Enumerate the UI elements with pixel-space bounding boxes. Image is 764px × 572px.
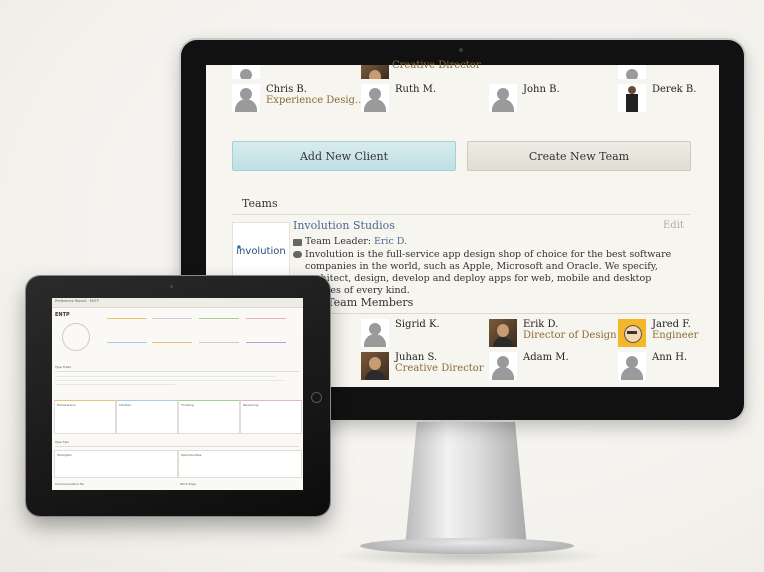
avatar xyxy=(361,65,389,79)
edit-link[interactable]: Edit xyxy=(663,220,684,231)
person-name: Sigrid K. xyxy=(395,319,440,330)
ipad-column-card: Thinking xyxy=(178,400,240,434)
ipad-divider xyxy=(55,446,299,447)
ipad-column-label: Perceiving xyxy=(243,403,259,407)
avatar xyxy=(361,319,389,347)
person-role: Creative Director xyxy=(395,363,484,374)
ipad-column-card: Perceiving xyxy=(240,400,302,434)
team-description: Involution is the full-service app desig… xyxy=(293,249,689,297)
person-name: Ruth M. xyxy=(395,84,437,95)
team-name-link[interactable]: Involution Studios xyxy=(293,219,395,232)
avatar xyxy=(361,84,389,112)
avatar xyxy=(618,352,646,380)
member-jared[interactable]: Jared F. Engineer xyxy=(618,319,698,347)
person-name: Jared F. xyxy=(652,319,691,330)
person-role: Experience Desig... xyxy=(266,95,365,106)
ipad-toolbar: Preference Report · ENTP xyxy=(52,298,303,308)
person-name: John B. xyxy=(523,84,560,95)
avatar xyxy=(489,352,517,380)
person-role: Engineer xyxy=(652,330,699,341)
avatar xyxy=(618,84,646,112)
ipad-title: Preference Report · ENTP xyxy=(55,299,99,303)
ipad-trait-bar xyxy=(152,318,192,319)
ipad-column-card: Intuition xyxy=(116,400,178,434)
avatar xyxy=(361,352,389,380)
team-logo[interactable]: involution xyxy=(232,222,290,280)
ipad-text-line xyxy=(55,380,285,381)
members-heading: s Team Members xyxy=(318,296,414,309)
member-ann[interactable]: Ann H. xyxy=(618,352,687,380)
ipad-section-label: Communication Tip xyxy=(55,482,85,486)
teams-heading: Teams xyxy=(242,197,278,210)
person-role: Director of Design ... xyxy=(523,330,630,341)
ipad-tip-label: Strengths xyxy=(57,453,72,457)
ipad-tip-card: Opportunities xyxy=(178,450,302,478)
ipad-camera xyxy=(170,285,173,288)
ipad-trait-bar xyxy=(246,318,286,319)
divider xyxy=(232,214,690,215)
member-erik[interactable]: Erik D. Director of Design ... xyxy=(489,319,629,347)
partial-role: Creative Director xyxy=(392,60,481,69)
ipad-section-label: Type Tips xyxy=(55,440,69,444)
leader-link[interactable]: Eric D. xyxy=(374,236,407,248)
avatar xyxy=(489,84,517,112)
person-name: Erik D. xyxy=(523,319,559,330)
team-leader: Team Leader: Eric D. xyxy=(293,236,407,248)
avatar xyxy=(618,319,646,347)
ipad-trait-bar xyxy=(107,342,147,343)
ipad-tip-card: Strengths xyxy=(54,450,178,478)
ipad-text-line xyxy=(55,376,275,377)
speech-bubble-icon xyxy=(293,251,302,258)
person-john[interactable]: John B. xyxy=(489,84,560,112)
divider xyxy=(318,313,690,314)
ipad-section-label: Type Traits xyxy=(55,365,71,369)
description-text: Involution is the full-service app desig… xyxy=(305,249,672,296)
ipad-trait-bar xyxy=(152,342,192,343)
imac-stand xyxy=(405,419,527,547)
ipad-section-label: Work Style xyxy=(180,482,197,486)
ipad-screen: Preference Report · ENTP ENTP Type Trait… xyxy=(52,298,303,490)
person-chris[interactable]: Chris B. Experience Desig... xyxy=(232,84,365,112)
ipad-trait-bar xyxy=(107,318,147,319)
member-juhan[interactable]: Juhan S. Creative Director xyxy=(361,352,484,380)
ipad-trait-bar xyxy=(199,318,239,319)
leader-label: Team Leader: xyxy=(305,236,371,247)
logo-text: involution xyxy=(236,245,286,257)
avatar xyxy=(232,84,260,112)
person-name: Chris B. xyxy=(266,84,307,95)
imac-camera xyxy=(459,48,463,52)
ipad-type-chart xyxy=(62,323,90,351)
ipad-column-label: Intuition xyxy=(119,403,132,407)
add-client-button[interactable]: Add New Client xyxy=(232,141,456,171)
ipad-trait-bar xyxy=(199,342,239,343)
logo-mark-icon xyxy=(235,243,243,251)
ipad-home-button[interactable] xyxy=(311,392,322,403)
person-name: Juhan S. xyxy=(395,352,438,363)
ipad-column-label: Extraversion xyxy=(57,403,76,407)
ipad-text-line xyxy=(55,384,175,385)
person-name: Derek B. xyxy=(652,84,697,95)
person-derek[interactable]: Derek B. xyxy=(618,84,696,112)
member-sigrid[interactable]: Sigrid K. xyxy=(361,319,440,347)
create-team-button[interactable]: Create New Team xyxy=(467,141,691,171)
person-ruth[interactable]: Ruth M. xyxy=(361,84,436,112)
person-name: Adam M. xyxy=(523,352,569,363)
briefcase-icon xyxy=(293,238,302,246)
avatar xyxy=(232,65,260,79)
avatar xyxy=(489,319,517,347)
ipad-type-heading: ENTP xyxy=(55,312,70,318)
member-adam[interactable]: Adam M. xyxy=(489,352,569,380)
ipad-tip-label: Opportunities xyxy=(181,453,202,457)
ipad-column-card: Extraversion xyxy=(54,400,116,434)
avatar xyxy=(618,65,646,79)
imac-base xyxy=(360,538,574,554)
person-name: Ann H. xyxy=(652,352,688,363)
ipad-column-label: Thinking xyxy=(181,403,194,407)
ipad-trait-bar xyxy=(246,342,286,343)
ipad-divider xyxy=(55,371,299,372)
